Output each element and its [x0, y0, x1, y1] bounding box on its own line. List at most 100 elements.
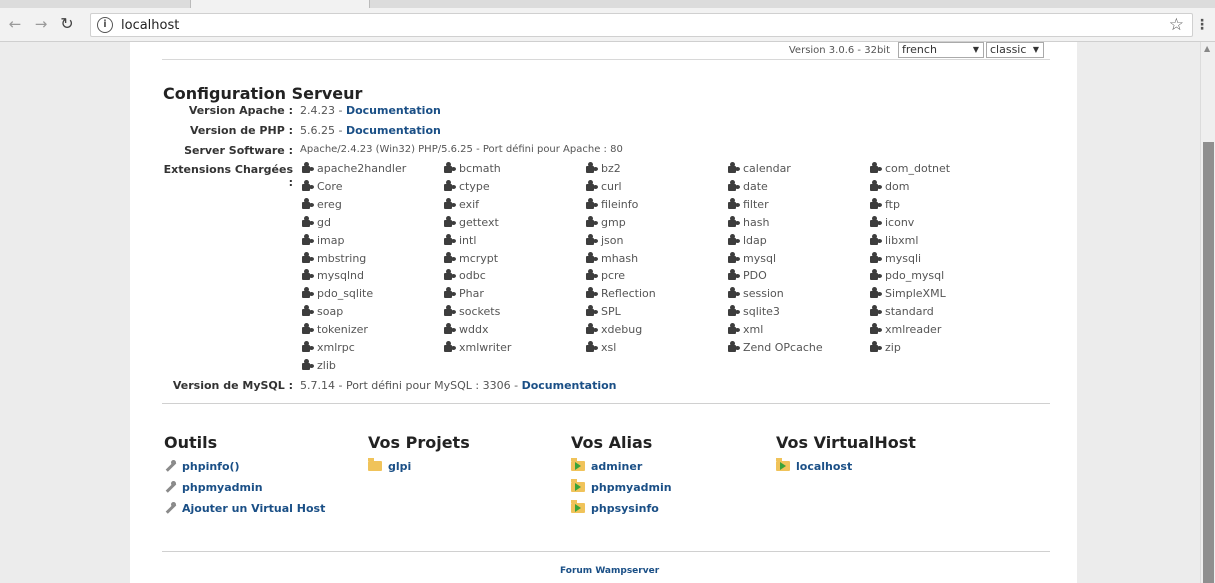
puzzle-piece-icon: [870, 215, 882, 227]
tool-label: Ajouter un Virtual Host: [182, 502, 326, 515]
puzzle-piece-icon: [586, 323, 598, 335]
puzzle-piece-icon: [302, 179, 314, 191]
alias-label: phpmyadmin: [591, 481, 672, 494]
extension-label: libxml: [885, 233, 919, 247]
puzzle-piece-icon: [870, 162, 882, 173]
puzzle-piece-icon: [444, 323, 456, 335]
active-tab[interactable]: [190, 0, 370, 8]
puzzle-piece-icon: [586, 179, 598, 191]
puzzle-piece-icon: [586, 197, 598, 209]
apache-label: Version Apache :: [188, 104, 293, 117]
extension-label: Phar: [459, 287, 484, 301]
back-arrow-icon[interactable]: ←: [6, 15, 24, 33]
mysql-doc-link[interactable]: Documentation: [522, 379, 617, 392]
extension-label: hash: [743, 215, 770, 229]
puzzle-piece-icon: [302, 305, 314, 317]
info-icon[interactable]: i: [97, 17, 113, 33]
puzzle-piece-icon: [302, 251, 314, 263]
wrench-icon: [164, 460, 177, 472]
extension-item: com_dotnet: [870, 162, 950, 176]
extension-label: zlib: [317, 358, 336, 372]
tool-link-phpmyadmin[interactable]: phpmyadmin: [164, 481, 263, 494]
virtualhost-link-localhost[interactable]: localhost: [776, 458, 852, 473]
extension-label: calendar: [743, 162, 791, 175]
extension-item: ldap: [728, 233, 767, 248]
reload-icon[interactable]: ↻: [58, 15, 76, 33]
extension-label: PDO: [743, 269, 767, 283]
extension-item: gettext: [444, 215, 499, 230]
alias-folder-icon: [571, 458, 585, 471]
bookmark-star-icon[interactable]: ☆: [1169, 15, 1184, 35]
project-link-glpi[interactable]: glpi: [368, 458, 412, 473]
extension-label: xmlwriter: [459, 341, 512, 354]
chevron-down-icon: ▼: [1032, 45, 1039, 54]
puzzle-piece-icon: [302, 162, 314, 173]
extension-label: SimpleXML: [885, 287, 946, 301]
alias-folder-icon: [776, 458, 790, 471]
puzzle-piece-icon: [444, 179, 456, 191]
scrollbar[interactable]: ▲: [1200, 42, 1215, 583]
extension-item: standard: [870, 305, 934, 319]
project-label: glpi: [388, 460, 412, 473]
extension-label: ftp: [885, 197, 900, 211]
extension-label: mhash: [601, 251, 639, 265]
puzzle-piece-icon: [444, 341, 456, 352]
tool-link-add-virtualhost[interactable]: Ajouter un Virtual Host: [164, 502, 325, 515]
extension-label: bz2: [601, 162, 621, 175]
extension-item: date: [728, 179, 768, 194]
style-select[interactable]: classic ▼: [986, 42, 1044, 58]
extension-label: json: [601, 233, 624, 247]
extension-item: SimpleXML: [870, 287, 946, 301]
extension-item: imap: [302, 233, 345, 248]
extension-item: intl: [444, 233, 477, 248]
extension-item: ereg: [302, 197, 342, 212]
puzzle-piece-icon: [728, 197, 740, 209]
menu-dots-icon[interactable]: ⋮: [1195, 17, 1209, 33]
puzzle-piece-icon: [870, 269, 882, 281]
puzzle-piece-icon: [444, 162, 456, 173]
extension-item: xmlwriter: [444, 341, 511, 355]
extension-item: curl: [586, 179, 622, 194]
extension-label: com_dotnet: [885, 162, 951, 175]
extension-label: session: [743, 287, 784, 301]
puzzle-piece-icon: [728, 215, 740, 227]
extension-item: xsl: [586, 341, 616, 355]
extension-item: mcrypt: [444, 251, 498, 266]
extension-label: dom: [885, 179, 910, 193]
extension-label: intl: [459, 233, 477, 247]
scroll-up-icon[interactable]: ▲: [1204, 44, 1210, 53]
url-text[interactable]: localhost: [121, 18, 179, 33]
puzzle-piece-icon: [728, 269, 740, 281]
puzzle-piece-icon: [870, 305, 882, 317]
language-select[interactable]: french ▼: [898, 42, 984, 58]
extension-item: Core: [302, 179, 342, 194]
puzzle-piece-icon: [870, 197, 882, 209]
tool-label: phpinfo(): [182, 460, 240, 473]
extension-item: Reflection: [586, 287, 656, 301]
puzzle-piece-icon: [728, 251, 740, 263]
puzzle-piece-icon: [586, 341, 598, 352]
extensions-label: Extensions Chargées :: [163, 163, 293, 189]
alias-link-adminer[interactable]: adminer: [571, 458, 642, 473]
extension-label: xmlreader: [885, 323, 942, 337]
mysql-value: 5.7.14 - Port défini pour MySQL : 3306 -…: [300, 379, 617, 392]
apache-doc-link[interactable]: Documentation: [346, 104, 441, 117]
forward-arrow-icon[interactable]: →: [32, 15, 50, 33]
alias-link-phpmyadmin[interactable]: phpmyadmin: [571, 479, 672, 494]
alias-link-phpsysinfo[interactable]: phpsysinfo: [571, 500, 659, 515]
extension-item: pdo_sqlite: [302, 287, 373, 301]
php-doc-link[interactable]: Documentation: [346, 124, 441, 137]
scrollbar-thumb[interactable]: [1203, 142, 1214, 583]
address-bar[interactable]: i localhost ☆: [90, 13, 1193, 37]
forum-link[interactable]: Forum Wampserver: [560, 566, 659, 576]
extension-item: sockets: [444, 305, 500, 319]
extension-item: exif: [444, 197, 479, 212]
puzzle-piece-icon: [870, 251, 882, 263]
extension-item: zlib: [302, 358, 336, 373]
extension-item: libxml: [870, 233, 919, 248]
puzzle-piece-icon: [728, 179, 740, 191]
projets-title: Vos Projets: [368, 433, 470, 452]
tool-link-phpinfo[interactable]: phpinfo(): [164, 460, 240, 473]
extension-label: gmp: [601, 215, 626, 229]
apache-version: 2.4.23 -: [300, 104, 343, 117]
